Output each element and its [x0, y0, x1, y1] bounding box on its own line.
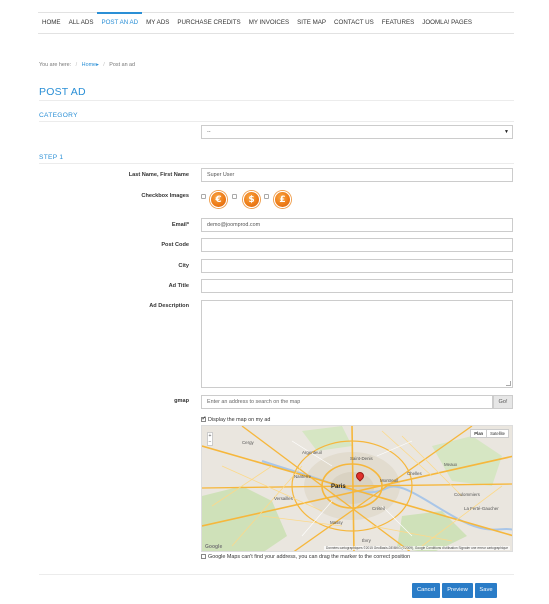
- map-attribution: Données cartographiques ©2015 GeoBasis-D…: [324, 546, 510, 550]
- breadcrumb-prefix: You are here:: [39, 62, 72, 68]
- category-select[interactable]: -- ▼: [201, 125, 513, 139]
- divider: [39, 100, 514, 101]
- name-label: Last Name, First Name: [128, 172, 189, 178]
- map-label-meaux: Meaux: [444, 462, 458, 467]
- nav-purchase-credits[interactable]: PURCHASE CREDITS: [173, 13, 244, 33]
- map-label-saint-denis: Saint-Denis: [350, 456, 373, 461]
- map-label-evry: Évry: [362, 538, 371, 543]
- map-label-versailles: Versailles: [274, 496, 293, 501]
- nav-post-an-ad[interactable]: POST AN AD: [97, 12, 143, 33]
- display-map-option[interactable]: Display the map on my ad: [201, 415, 271, 423]
- map-label-chelles: Chelles: [407, 471, 422, 476]
- category-heading: CATEGORY: [39, 112, 78, 119]
- save-button[interactable]: Save: [475, 583, 497, 598]
- google-logo: Google: [205, 544, 223, 550]
- postcode-field[interactable]: [201, 238, 513, 252]
- checkbox-euro[interactable]: [201, 194, 206, 199]
- nav-all-ads[interactable]: ALL ADS: [65, 13, 98, 33]
- nav-joomla-pages[interactable]: JOOMLA! PAGES: [418, 13, 476, 33]
- caret-down-icon: ▼: [504, 129, 509, 135]
- breadcrumb-arrow-icon: ▸: [96, 62, 99, 68]
- map-label-coulommiers: Coulommiers: [454, 492, 480, 497]
- display-map-label: Display the map on my ad: [208, 417, 271, 423]
- breadcrumb: You are here: / Home▸ / Post an ad: [39, 62, 135, 68]
- city-field[interactable]: [201, 259, 513, 273]
- divider: [39, 121, 514, 122]
- email-label: Email*: [171, 222, 189, 228]
- preview-button[interactable]: Preview: [442, 583, 473, 598]
- pound-coin-icon: £: [274, 191, 291, 208]
- nav-home[interactable]: HOME: [38, 13, 65, 33]
- breadcrumb-separator: /: [103, 62, 105, 68]
- main-nav: HOME ALL ADS POST AN AD MY ADS PURCHASE …: [38, 12, 514, 34]
- checkbox-pound[interactable]: [264, 194, 269, 199]
- map-label-cergy: Cergy: [242, 440, 254, 445]
- addesc-textarea[interactable]: [201, 300, 513, 388]
- category-select-value: --: [207, 129, 211, 135]
- checkbox-dollar[interactable]: [232, 194, 237, 199]
- resize-grip-icon[interactable]: [506, 381, 511, 386]
- nav-my-invoices[interactable]: MY INVOICES: [245, 13, 293, 33]
- city-label: City: [178, 263, 189, 269]
- breadcrumb-separator: /: [75, 62, 78, 68]
- divider: [39, 163, 514, 164]
- divider: [39, 574, 514, 575]
- adtitle-label: Ad Title: [168, 283, 189, 289]
- map-label-massy: Massy: [330, 520, 343, 525]
- name-field[interactable]: Super User: [201, 168, 513, 182]
- checkbox-images-label: Checkbox Images: [141, 193, 189, 199]
- map-label-la-ferte-gaucher: La Ferté-Gaucher: [464, 506, 499, 511]
- nav-features[interactable]: FEATURES: [378, 13, 419, 33]
- nav-my-ads[interactable]: MY ADS: [142, 13, 173, 33]
- gmap-go-button[interactable]: Go!: [493, 395, 513, 409]
- addesc-label: Ad Description: [149, 303, 189, 309]
- map-type-control[interactable]: Plan Satellite: [470, 429, 509, 438]
- map-label-nanterre: Nanterre: [294, 474, 312, 479]
- map-label-montreuil: Montreuil: [380, 478, 399, 483]
- email-field[interactable]: demo@joomprod.com: [201, 218, 513, 232]
- display-map-checkbox[interactable]: [201, 415, 207, 423]
- postcode-label: Post Code: [161, 242, 189, 248]
- cant-find-label: Google Maps can't find your address, you…: [208, 554, 411, 560]
- page-title: POST AD: [39, 86, 86, 98]
- dollar-coin-icon: $: [243, 191, 260, 208]
- map-label-argenteuil: Argenteuil: [302, 450, 322, 455]
- map-type-plan[interactable]: Plan: [471, 430, 488, 437]
- breadcrumb-home-link[interactable]: Home: [82, 62, 96, 68]
- map-zoom-control[interactable]: + −: [207, 432, 213, 446]
- nav-contact-us[interactable]: CONTACT US: [330, 13, 378, 33]
- google-map[interactable]: + − Plan Satellite Paris Versailles Meaux…: [201, 425, 513, 552]
- map-label-paris: Paris: [331, 484, 346, 490]
- gmap-label: gmap: [174, 398, 189, 404]
- cant-find-checkbox[interactable]: [201, 554, 206, 560]
- nav-site-map[interactable]: SITE MAP: [293, 13, 330, 33]
- map-label-creteil: Créteil: [372, 506, 385, 511]
- map-type-satellite[interactable]: Satellite: [487, 430, 508, 437]
- gmap-address-input[interactable]: Enter an address to search on the map: [201, 395, 493, 409]
- step1-heading: STEP 1: [39, 154, 64, 161]
- cant-find-option[interactable]: Google Maps can't find your address, you…: [201, 554, 410, 560]
- adtitle-field[interactable]: [201, 279, 513, 293]
- breadcrumb-current: Post an ad: [109, 62, 136, 68]
- cancel-button[interactable]: Cancel: [412, 583, 440, 598]
- euro-coin-icon: €: [210, 191, 227, 208]
